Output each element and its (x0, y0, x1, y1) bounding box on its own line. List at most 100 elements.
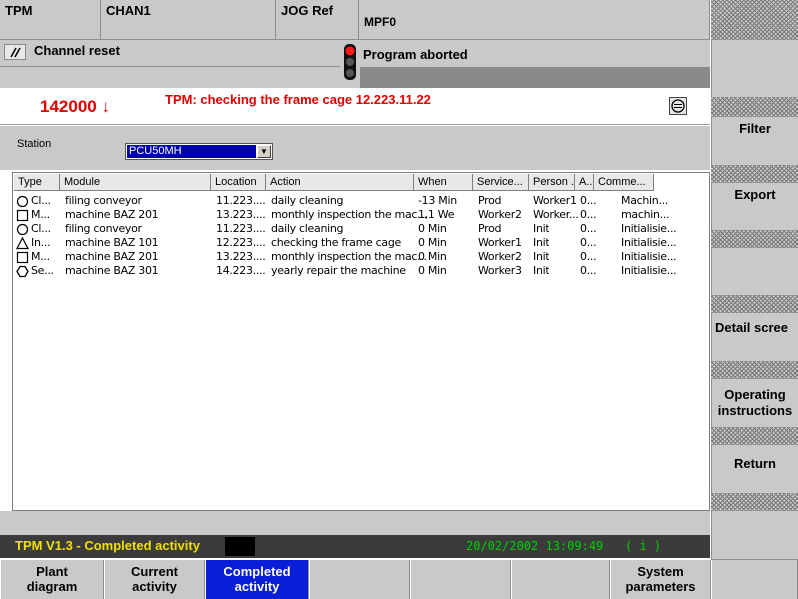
column-header-type[interactable]: Type (14, 174, 60, 191)
cell-comment: Initialisie... (621, 236, 677, 249)
cell-when: 0 Min (418, 222, 447, 235)
down-arrow-icon: ↓ (101, 97, 110, 116)
info-bar: 142000 ↓ TPM: checking the frame cage 12… (0, 88, 710, 125)
export-softkey[interactable]: Export (711, 183, 798, 230)
status-title: TPM V1.3 - Completed activity (15, 538, 200, 553)
detail-screen-softkey-label: Detail scree (715, 320, 788, 335)
filter-softkey[interactable]: Filter (711, 117, 798, 165)
cell-location: 11.223.... (216, 222, 266, 235)
system-parameters-softkey[interactable]: System parameters (610, 560, 711, 599)
cell-comment: Machin... (621, 194, 669, 207)
horizontal-softkey-6[interactable] (511, 560, 610, 599)
column-header-service[interactable]: Service... (473, 174, 529, 191)
app-name: TPM (5, 3, 33, 18)
station-area: Station (0, 126, 710, 170)
cell-module: machine BAZ 201 (65, 208, 159, 221)
cell-action: checking the frame cage (271, 236, 402, 249)
softkey-separator (711, 165, 798, 183)
traffic-light-area (340, 40, 360, 88)
table-row[interactable]: In... machine BAZ 101 12.223.... checking t… (13, 236, 709, 250)
cell-comment: Initialisie... (621, 264, 677, 277)
cell-module: filing conveyor (65, 194, 142, 207)
cell-location: 13.223.... (216, 250, 266, 263)
column-header-comment[interactable]: Comme... (594, 174, 654, 191)
column-header-action[interactable]: Action (266, 174, 414, 191)
current-activity-softkey-label: Current activity (131, 564, 178, 594)
operating-instructions-softkey-label: Operating instructions (717, 387, 793, 418)
vertical-softkey-1[interactable] (711, 40, 798, 97)
detail-screen-softkey[interactable]: Detail scree (711, 313, 798, 361)
column-header-person[interactable]: Person ... (529, 174, 575, 191)
cell-service: Worker2 (478, 208, 522, 221)
cell-type: Cl... (31, 194, 51, 207)
alarm-line-left (0, 67, 340, 88)
position-number: 142000 (40, 97, 97, 116)
cell-person: Init (533, 236, 550, 249)
cell-module: machine BAZ 301 (65, 264, 159, 277)
channel-status-text: Channel reset (34, 43, 120, 58)
cell-when: -13 Min (418, 194, 457, 207)
cell-a: 0... (580, 264, 597, 277)
softkey-separator (711, 427, 798, 445)
operating-instructions-softkey[interactable]: Operating instructions (711, 379, 798, 427)
horizontal-softkey-5[interactable] (410, 560, 511, 599)
cell-person: Init (533, 264, 550, 277)
table-row[interactable]: M... machine BAZ 201 13.223.... monthly ins… (13, 250, 709, 264)
return-softkey[interactable]: Return (711, 445, 798, 493)
cell-comment: Initialisie... (621, 222, 677, 235)
completed-activity-softkey[interactable]: Completed activity (205, 560, 309, 599)
cell-person: Init (533, 222, 550, 235)
cell-location: 11.223.... (216, 194, 266, 207)
cell-a: 0... (580, 236, 597, 249)
column-header-module[interactable]: Module (60, 174, 211, 191)
status-spacer (0, 511, 710, 535)
station-select[interactable]: PCU50MH ▼ (125, 143, 273, 160)
program-status-text: Program aborted (363, 47, 468, 62)
horizontal-softkey-4[interactable] (309, 560, 410, 599)
cell-when: 1,1 We (418, 208, 455, 221)
status-datetime: 20/02/2002 13:09:49 (466, 539, 604, 553)
cell-action: monthly inspection the mac... (271, 250, 427, 263)
scroll-icon[interactable] (669, 97, 687, 115)
table-row[interactable]: Cl... filing conveyor 11.223.... daily clea… (13, 194, 709, 208)
horizontal-softkey-8[interactable] (711, 560, 798, 599)
cell-type: Se... (31, 264, 54, 277)
softkey-separator (711, 230, 798, 248)
export-softkey-label: Export (734, 187, 776, 202)
channel-cell: CHAN1 (101, 0, 276, 40)
table-row[interactable]: Cl... filing conveyor 11.223.... daily clea… (13, 222, 709, 236)
cell-module: machine BAZ 101 (65, 236, 159, 249)
mode-cell: JOG Ref (276, 0, 359, 40)
plant-diagram-softkey-label: Plant diagram (26, 564, 78, 594)
channel-reset-icon (4, 44, 26, 60)
column-header-location[interactable]: Location (211, 174, 266, 191)
cell-service: Worker1 (478, 236, 522, 249)
cell-type: M... (31, 250, 50, 263)
channel-name: CHAN1 (106, 3, 151, 18)
table-row[interactable]: M... machine BAZ 201 13.223.... monthly ins… (13, 208, 709, 222)
cell-action: yearly repair the machine (271, 264, 406, 277)
cell-when: 0 Min (418, 264, 447, 277)
column-header-a[interactable]: A... (575, 174, 594, 191)
cell-service: Prod (478, 194, 502, 207)
cell-when: 0 Min (418, 250, 447, 263)
cell-person: Init (533, 250, 550, 263)
current-activity-softkey[interactable]: Current activity (104, 560, 205, 599)
softkey-separator (711, 97, 798, 117)
alarm-line-right (360, 67, 710, 88)
cell-when: 0 Min (418, 236, 447, 249)
cell-service: Worker3 (478, 264, 522, 277)
table-row[interactable]: Se... machine BAZ 301 14.223.... yearly rep… (13, 264, 709, 278)
cell-action: daily cleaning (271, 222, 344, 235)
vertical-softkey-9[interactable] (711, 511, 798, 559)
cell-a: 0... (580, 194, 597, 207)
program-status-bar: Program aborted (360, 40, 710, 67)
cell-person: Worker1 (533, 194, 577, 207)
cell-location: 13.223.... (216, 208, 266, 221)
column-header-when[interactable]: When (414, 174, 473, 191)
vertical-softkey-5[interactable] (711, 248, 798, 295)
traffic-light-icon (344, 44, 356, 80)
plant-diagram-softkey[interactable]: Plant diagram (0, 560, 104, 599)
chevron-down-icon[interactable]: ▼ (257, 145, 271, 158)
circle-icon (16, 223, 29, 236)
